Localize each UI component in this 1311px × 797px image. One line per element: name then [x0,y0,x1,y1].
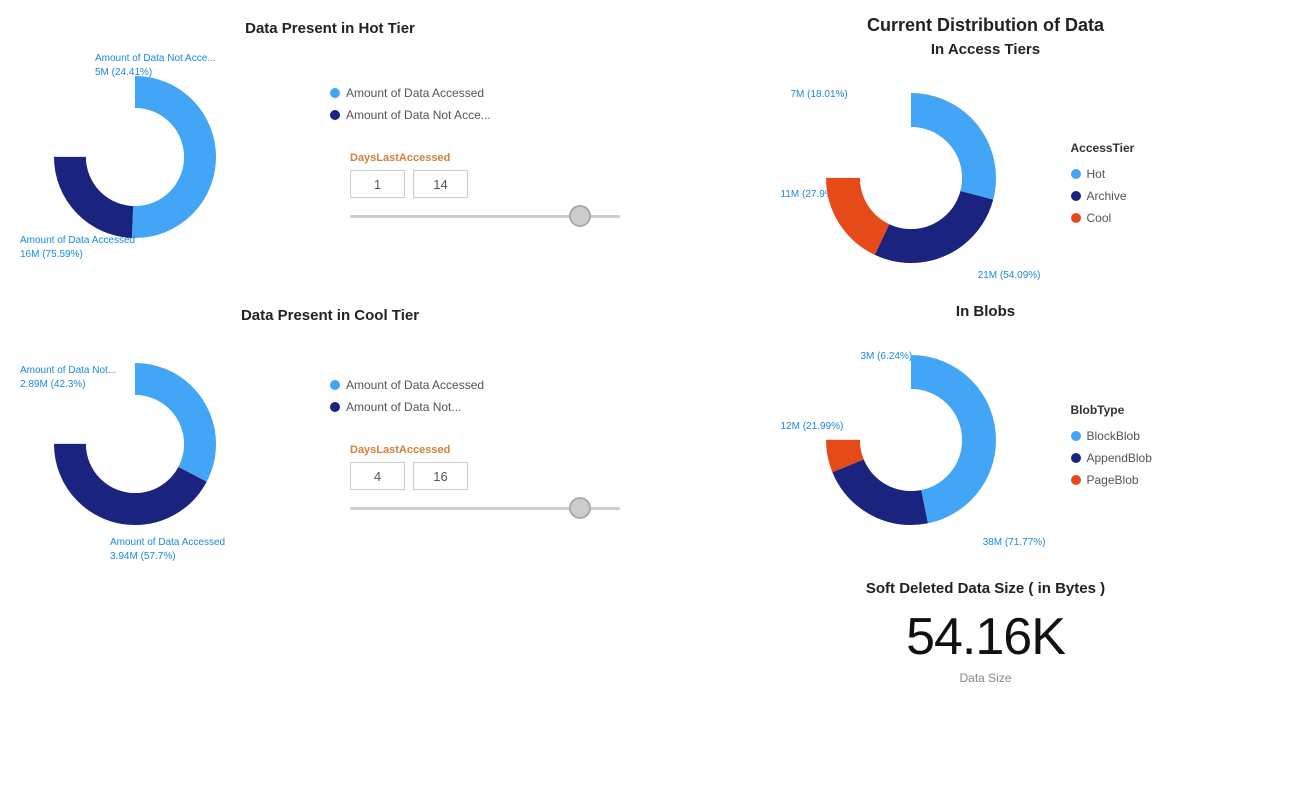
cool-legend-not-accessed: Amount of Data Not... [330,400,620,414]
access-cool-dot [1071,213,1081,223]
access-hot-dot [1071,169,1081,179]
access-tiers-subtitle: In Access Tiers [670,41,1301,58]
hot-tier-chart-area: Amount of Data Not Acce... 5M (24.41%) [20,47,280,267]
hot-tier-title: Data Present in Hot Tier [10,20,650,37]
cool-slider-track[interactable] [350,496,620,520]
page-blob-label: PageBlob [1087,473,1139,487]
hot-slider-thumb[interactable] [569,205,591,227]
access-hot-label: Hot [1087,167,1106,181]
cool-slider-max[interactable] [413,462,468,490]
main-container: Data Present in Hot Tier Amount of Data … [0,0,1311,797]
cool-legend-not-accessed-label: Amount of Data Not... [346,400,461,414]
cool-slider-thumb[interactable] [569,497,591,519]
access-archive-dot [1071,191,1081,201]
access-tiers-section: In Access Tiers 7M (18.01%) 11M (27.9%) … [670,41,1301,298]
cool-accessed-annotation: Amount of Data Accessed 3.94M (57.7%) [110,536,225,564]
access-tiers-donut [821,88,1001,273]
block-blob-legend: BlockBlob [1071,429,1191,443]
legend-accessed-dot [330,88,340,98]
legend-not-accessed-dot [330,110,340,120]
append-blob-legend: AppendBlob [1071,451,1191,465]
hot-tier-donut [50,72,220,247]
page-blob-legend: PageBlob [1071,473,1191,487]
legend-accessed-label: Amount of Data Accessed [346,86,484,100]
cool-slider-min[interactable] [350,462,405,490]
cool-slider-inputs [350,462,620,490]
cool-tier-controls: Amount of Data Accessed Amount of Data N… [310,378,620,520]
blobs-donut [821,350,1001,535]
cool-legend-accessed-dot [330,380,340,390]
hot-slider-track[interactable] [350,204,620,228]
access-cool-legend: Cool [1071,211,1191,225]
block-blob-label: BlockBlob [1087,429,1140,443]
cool-tier-slider-section: DaysLastAccessed [350,444,620,520]
legend-not-accessed-label: Amount of Data Not Acce... [346,108,491,122]
append-blob-label: AppendBlob [1087,451,1152,465]
hot-accessed-annotation: Amount of Data Accessed 16M (75.59%) [20,234,135,262]
blobs-section: In Blobs 3M (6.24%) 12M (21.99%) 38M (71… [670,303,1301,560]
legend-accessed: Amount of Data Accessed [330,86,620,100]
hot-tier-section: Data Present in Hot Tier Amount of Data … [10,20,650,267]
access-archive-legend: Archive [1071,189,1191,203]
blobs-chart-area: 3M (6.24%) 12M (21.99%) 38M (71.77%) [781,340,1051,550]
append-blob-dot [1071,453,1081,463]
cool-slider-label: DaysLastAccessed [350,444,620,456]
cool-tier-chart-area: Amount of Data Not... 2.89M (42.3%) [20,334,280,564]
access-hot-legend: Hot [1071,167,1191,181]
hot-tier-controls: Amount of Data Accessed Amount of Data N… [310,86,620,228]
cool-legend-accessed-label: Amount of Data Accessed [346,378,484,392]
blobs-row: 3M (6.24%) 12M (21.99%) 38M (71.77%) [670,330,1301,560]
hot-slider-label: DaysLastAccessed [350,152,620,164]
cool-legend-not-accessed-dot [330,402,340,412]
soft-deleted-section: Soft Deleted Data Size ( in Bytes ) 54.1… [670,560,1301,695]
blobs-block-annotation: 38M (71.77%) [983,536,1046,550]
cool-tier-section: Data Present in Cool Tier Amount of Data… [10,307,650,564]
access-tier-legend-title: AccessTier [1071,141,1191,155]
blobs-subtitle: In Blobs [670,303,1301,320]
cool-tier-title: Data Present in Cool Tier [10,307,650,324]
cool-legend-accessed: Amount of Data Accessed [330,378,620,392]
blob-type-legend: BlobType BlockBlob AppendBlob PageBlob [1071,403,1191,487]
access-archive-label: Archive [1087,189,1127,203]
soft-deleted-title: Soft Deleted Data Size ( in Bytes ) [670,580,1301,597]
hot-slider-inputs [350,170,620,198]
right-panel: Current Distribution of Data In Access T… [660,0,1311,797]
hot-tier-slider-section: DaysLastAccessed [350,152,620,228]
soft-deleted-value: 54.16K [670,607,1301,667]
block-blob-dot [1071,431,1081,441]
access-tiers-chart-area: 7M (18.01%) 11M (27.9%) 21M (54.09%) [781,78,1051,288]
right-main-title: Current Distribution of Data [670,15,1301,36]
access-cool-label: Cool [1087,211,1112,225]
page-blob-dot [1071,475,1081,485]
left-panel: Data Present in Hot Tier Amount of Data … [0,0,660,797]
hot-slider-min[interactable] [350,170,405,198]
hot-tier-legend: Amount of Data Accessed Amount of Data N… [330,86,620,122]
hot-slider-max[interactable] [413,170,468,198]
soft-deleted-subtitle: Data Size [670,671,1301,685]
cool-tier-donut [50,359,220,534]
access-tiers-row: 7M (18.01%) 11M (27.9%) 21M (54.09%) [670,68,1301,298]
blob-type-legend-title: BlobType [1071,403,1191,417]
cool-tier-legend: Amount of Data Accessed Amount of Data N… [330,378,620,414]
access-tier-legend: AccessTier Hot Archive Cool [1071,141,1191,225]
legend-not-accessed: Amount of Data Not Acce... [330,108,620,122]
